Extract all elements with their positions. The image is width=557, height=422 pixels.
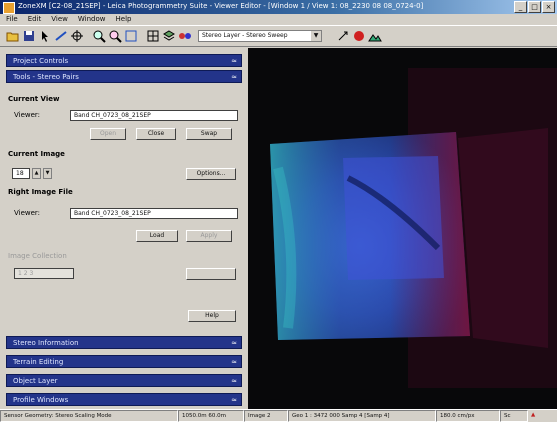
section-label: Project Controls (13, 57, 69, 65)
maximize-button[interactable]: □ (528, 1, 541, 13)
options-button[interactable]: Options... (186, 168, 236, 180)
measure-icon[interactable] (54, 29, 68, 43)
section-stereo-information[interactable]: Stereo Information ≈ (6, 336, 242, 349)
pan-icon[interactable] (70, 29, 84, 43)
chevron-down-icon: ≈ (231, 396, 237, 404)
record-icon[interactable] (352, 29, 366, 43)
left-image-value: Band CH_0723_08_21SEP (74, 112, 151, 119)
status-extra: Sc (500, 410, 528, 422)
warning-icon: ▲ (531, 412, 536, 418)
left-image-heading: Current View (8, 95, 60, 103)
stereo-tools-panel: Project Controls ≈ Tools - Stereo Pairs … (0, 48, 247, 409)
fit-icon[interactable] (124, 29, 138, 43)
chevron-down-icon: ≈ (231, 377, 237, 385)
section-terrain-editing[interactable]: Terrain Editing ≈ (6, 355, 242, 368)
left-image-label: Viewer: (14, 111, 41, 119)
section-profile-windows[interactable]: Profile Windows ≈ (6, 393, 242, 406)
close-image-button[interactable]: Close (136, 128, 176, 140)
right-image-select[interactable]: Band CH_0723_08_21SEP (70, 208, 238, 219)
menu-help[interactable]: Help (116, 14, 132, 25)
title-bar: ZoneXM [C2-08_21SEP] - Leica Photogramme… (0, 0, 557, 14)
layers-icon[interactable] (162, 29, 176, 43)
section-label: Object Layer (13, 377, 58, 385)
app-icon (3, 2, 15, 14)
load-button[interactable]: Load (136, 230, 178, 242)
layer-combo-value: Stereo Layer - Stereo Sweep (202, 32, 288, 39)
spin-up-icon[interactable]: ▲ (32, 168, 41, 179)
left-image-select[interactable]: Band CH_0723_08_21SEP (70, 110, 238, 121)
menu-file[interactable]: File (6, 14, 18, 25)
window-title: ZoneXM [C2-08_21SEP] - Leica Photogramme… (18, 2, 424, 10)
right-image-heading: Right Image File (8, 188, 73, 196)
chevron-up-icon: ≈ (231, 57, 237, 65)
status-bar: Sensor Geometry: Stereo Scaling Mode 105… (0, 409, 557, 422)
chevron-down-icon[interactable]: ▼ (311, 31, 321, 41)
zoom-out-icon[interactable] (108, 29, 122, 43)
right-image-label: Viewer: (14, 209, 41, 217)
grid-icon[interactable] (146, 29, 160, 43)
status-mode: Sensor Geometry: Stereo Scaling Mode (0, 410, 178, 422)
section-stereo-pairs[interactable]: Tools - Stereo Pairs ≈ (6, 70, 242, 83)
menu-window[interactable]: Window (78, 14, 106, 25)
section-object-layer[interactable]: Object Layer ≈ (6, 374, 242, 387)
toolbar: Stereo Layer - Stereo Sweep ▼ (0, 25, 557, 47)
help-button[interactable]: Help (188, 310, 236, 322)
save-icon[interactable] (22, 29, 36, 43)
stereo-image (248, 48, 557, 409)
terrain-icon[interactable] (368, 29, 382, 43)
apply-button[interactable]: Apply (186, 230, 232, 242)
section-label: Terrain Editing (13, 358, 64, 366)
sync-heading: Current Image (8, 150, 65, 158)
stereo-icon[interactable] (178, 29, 192, 43)
chevron-down-icon: ≈ (231, 339, 237, 347)
zoom-in-icon[interactable] (92, 29, 106, 43)
arrow-tool-icon[interactable] (336, 29, 350, 43)
stereo-viewport[interactable] (248, 48, 557, 409)
menu-bar: File Edit View Window Help (0, 14, 557, 25)
chevron-down-icon: ≈ (231, 73, 237, 81)
chevron-down-icon: ≈ (231, 358, 237, 366)
swap-button[interactable]: Swap (186, 128, 232, 140)
open-icon[interactable] (6, 29, 20, 43)
section-project-controls[interactable]: Project Controls ≈ (6, 54, 242, 67)
collection-field[interactable]: 1 2 3 (14, 268, 74, 279)
status-geo: Geo 1 : 3472 000 Samp 4 [Samp 4] (288, 410, 436, 422)
window-controls: _ □ × (514, 1, 555, 13)
sync-value: 18 (16, 170, 24, 177)
menu-edit[interactable]: Edit (28, 14, 42, 25)
status-coords: 1050.0m 60.0m (178, 410, 244, 422)
close-button[interactable]: × (542, 1, 555, 13)
open-button[interactable]: Open (90, 128, 126, 140)
sync-number-field[interactable]: 18 (12, 168, 30, 179)
collection-button[interactable] (186, 268, 236, 280)
layer-combo[interactable]: Stereo Layer - Stereo Sweep ▼ (198, 30, 322, 42)
pointer-icon[interactable] (38, 29, 52, 43)
menu-view[interactable]: View (51, 14, 68, 25)
minimize-button[interactable]: _ (514, 1, 527, 13)
spin-down-icon[interactable]: ▼ (43, 168, 52, 179)
collection-heading: Image Collection (8, 252, 67, 260)
right-image-value: Band CH_0723_08_21SEP (74, 210, 151, 217)
section-label: Tools - Stereo Pairs (13, 73, 79, 81)
collection-value: 1 2 3 (18, 270, 34, 277)
section-label: Profile Windows (13, 396, 69, 404)
section-label: Stereo Information (13, 339, 79, 347)
status-image: Image 2 (244, 410, 288, 422)
status-scale: 180.0 cm/px (436, 410, 500, 422)
